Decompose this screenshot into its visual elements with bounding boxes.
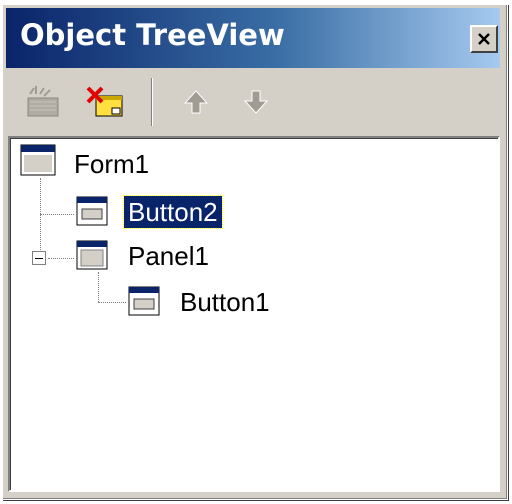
tree-node-form1[interactable]: Form1: [70, 148, 153, 180]
window-title: Object TreeView: [20, 18, 285, 52]
panel-icon: [76, 240, 108, 270]
tree-line: [98, 272, 99, 302]
form-icon: [20, 144, 56, 176]
move-up-button[interactable]: [174, 80, 218, 124]
tree-node-button2[interactable]: Button2: [123, 195, 223, 229]
move-down-icon: [243, 90, 269, 114]
tree-line: [98, 302, 126, 303]
close-button[interactable]: [470, 25, 498, 53]
delete-object-icon: [86, 86, 123, 117]
new-object-icon: [27, 86, 59, 117]
move-up-icon: [183, 90, 209, 114]
collapse-toggle-panel1[interactable]: [32, 251, 46, 265]
title-bar[interactable]: Object TreeView: [6, 8, 500, 68]
button-icon: [76, 196, 108, 226]
new-object-button[interactable]: [22, 80, 66, 124]
toolbar: [6, 72, 500, 132]
move-down-button[interactable]: [234, 80, 278, 124]
toolbar-separator: [151, 78, 153, 126]
close-icon: [478, 33, 490, 45]
button-icon: [128, 286, 160, 316]
tree-line: [40, 214, 74, 215]
tree-line: [40, 178, 41, 260]
delete-object-button[interactable]: [84, 80, 128, 124]
tree-line: [48, 258, 74, 259]
tree-node-button1[interactable]: Button1: [176, 286, 274, 318]
object-tree[interactable]: Form1 Button2 Panel1 Button1: [8, 136, 500, 492]
tree-node-panel1[interactable]: Panel1: [124, 240, 213, 272]
